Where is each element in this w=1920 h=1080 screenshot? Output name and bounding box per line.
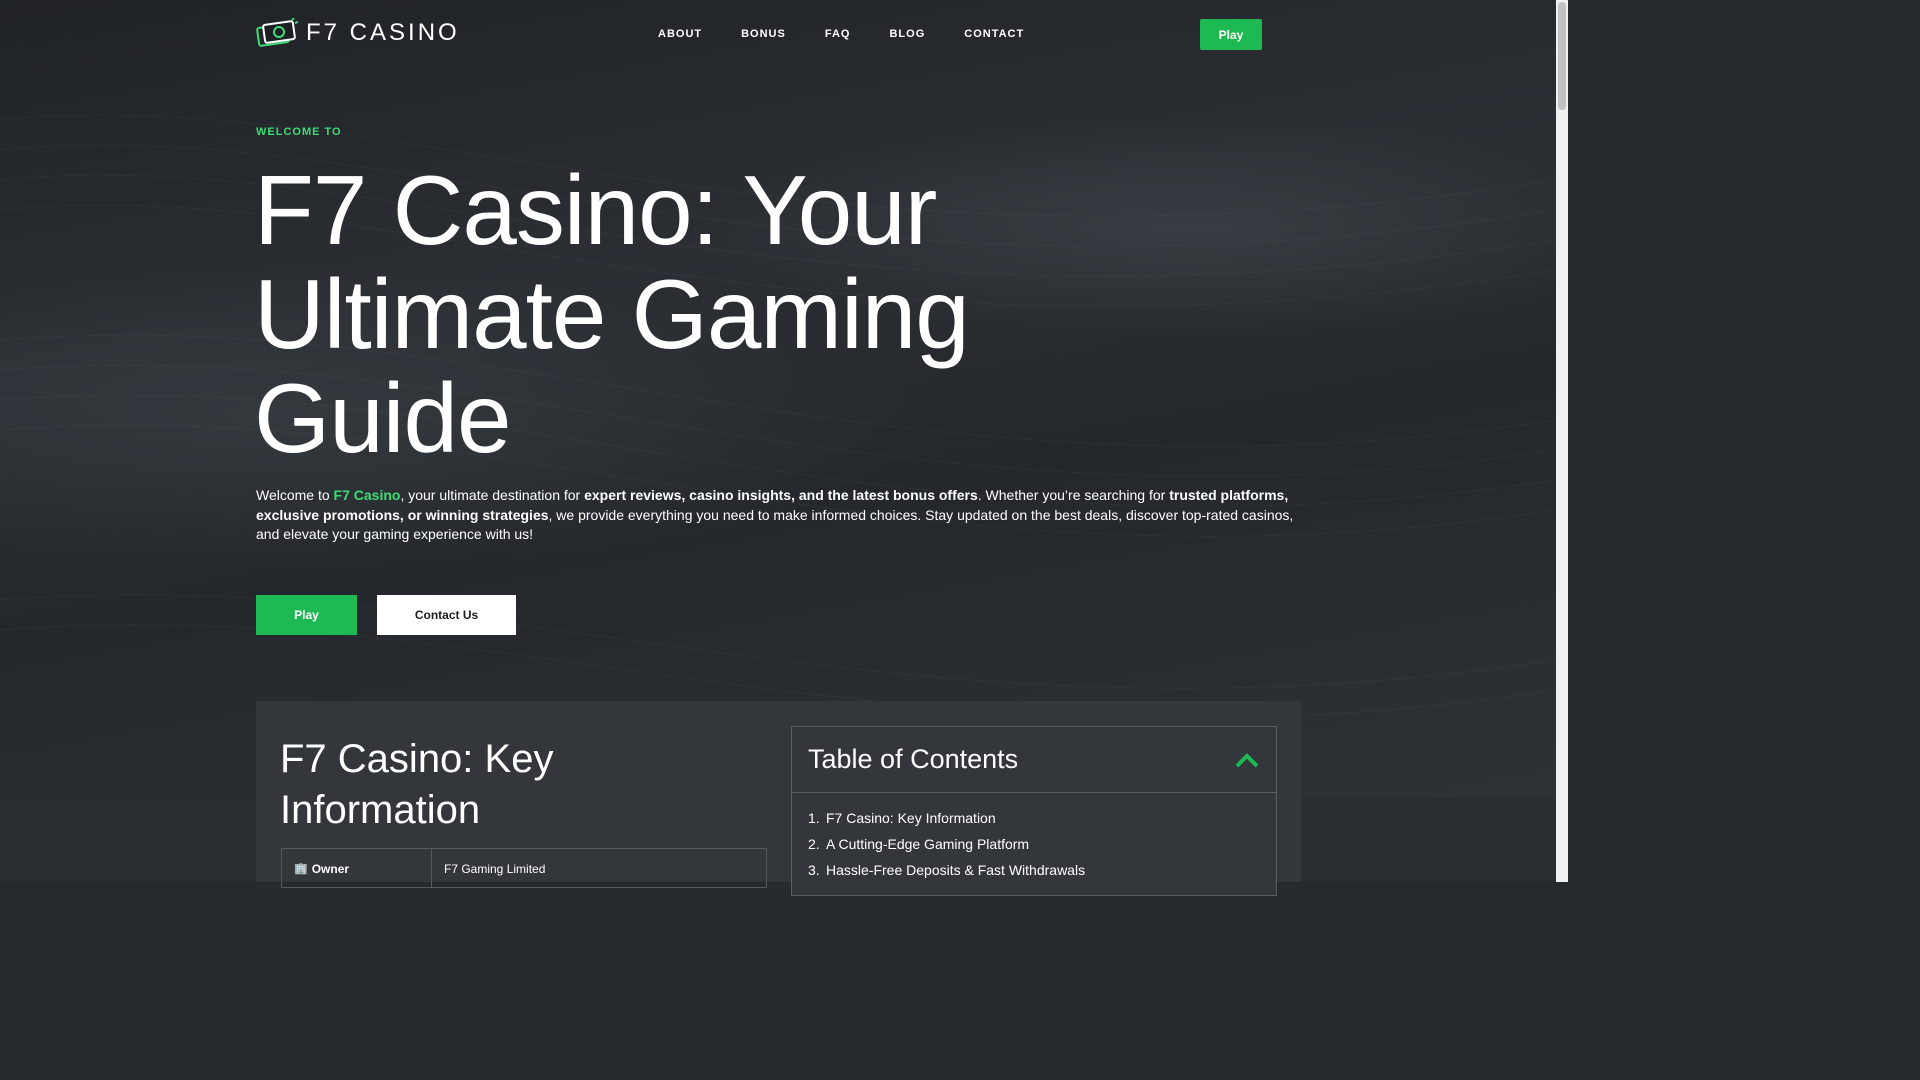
nav-about[interactable]: ABOUT [658, 28, 702, 40]
toc-item-label: F7 Casino: Key Information [826, 810, 996, 826]
nav-bonus[interactable]: BONUS [741, 28, 786, 40]
chevron-up-icon[interactable] [1234, 751, 1260, 769]
info-key-label: Owner [311, 862, 350, 876]
toc-item[interactable]: 1. F7 Casino: Key Information [808, 805, 1260, 831]
toc-item[interactable]: 2. A Cutting-Edge Gaming Platform [808, 831, 1260, 857]
table-of-contents: Table of Contents 1. F7 Casino: Key Infor… [791, 726, 1277, 896]
intro-bold: expert reviews, casino insights, and the… [584, 487, 978, 503]
page-scrollbar[interactable] [1556, 0, 1568, 882]
intro-brand-link[interactable]: F7 Casino [334, 487, 401, 503]
toc-item-label: A Cutting-Edge Gaming Platform [826, 836, 1030, 852]
toc-item-number: 3. [808, 862, 820, 878]
site-header: F7 CASINO ABOUT BONUS FAQ BLOG CONTACT P… [0, 0, 1556, 68]
toc-item-number: 1. [808, 810, 820, 826]
toc-header[interactable]: Table of Contents [792, 727, 1276, 793]
info-value-cell: F7 Gaming Limited [444, 862, 546, 876]
key-info-title: F7 Casino: Key Information [280, 737, 554, 832]
toc-title: Table of Contents [808, 744, 1019, 774]
info-key-cell: 🏢 Owner [282, 849, 432, 887]
scrollbar-thumb[interactable] [1558, 2, 1566, 110]
hero-title: F7 Casino: Your Ultimate Gaming Guide [254, 155, 970, 473]
intro-text: Welcome to [256, 487, 334, 503]
building-icon: 🏢 [294, 863, 308, 875]
hero-contact-button[interactable]: Contact Us [377, 595, 516, 635]
hero-play-button[interactable]: Play [256, 595, 357, 635]
header-play-button[interactable]: Play [1200, 19, 1262, 50]
toc-item-number: 2. [808, 836, 820, 852]
main-nav: ABOUT BONUS FAQ BLOG CONTACT [658, 28, 1063, 40]
hero-eyebrow: WELCOME TO [256, 126, 342, 138]
toc-item-label: Hassle-Free Deposits & Fast Withdrawals [826, 862, 1086, 878]
nav-blog[interactable]: BLOG [889, 28, 925, 40]
nav-contact[interactable]: CONTACT [964, 28, 1024, 40]
logo-text: F7 CASINO [306, 19, 460, 46]
site-logo[interactable]: F7 CASINO [256, 18, 460, 48]
intro-text: , your ultimate destination for [400, 487, 585, 503]
intro-text: . Whether you’re searching for [977, 487, 1170, 503]
nav-faq[interactable]: FAQ [825, 28, 851, 40]
key-info-table: 🏢 Owner F7 Gaming Limited [281, 848, 767, 888]
cash-logo-icon [256, 18, 298, 47]
toc-list: 1. F7 Casino: Key Information 2. A Cutting… [792, 793, 1276, 883]
toc-item[interactable]: 3. Hassle-Free Deposits & Fast Withdrawal… [808, 857, 1260, 883]
hero-intro: Welcome to F7 Casino, your ultimate dest… [256, 486, 1296, 545]
